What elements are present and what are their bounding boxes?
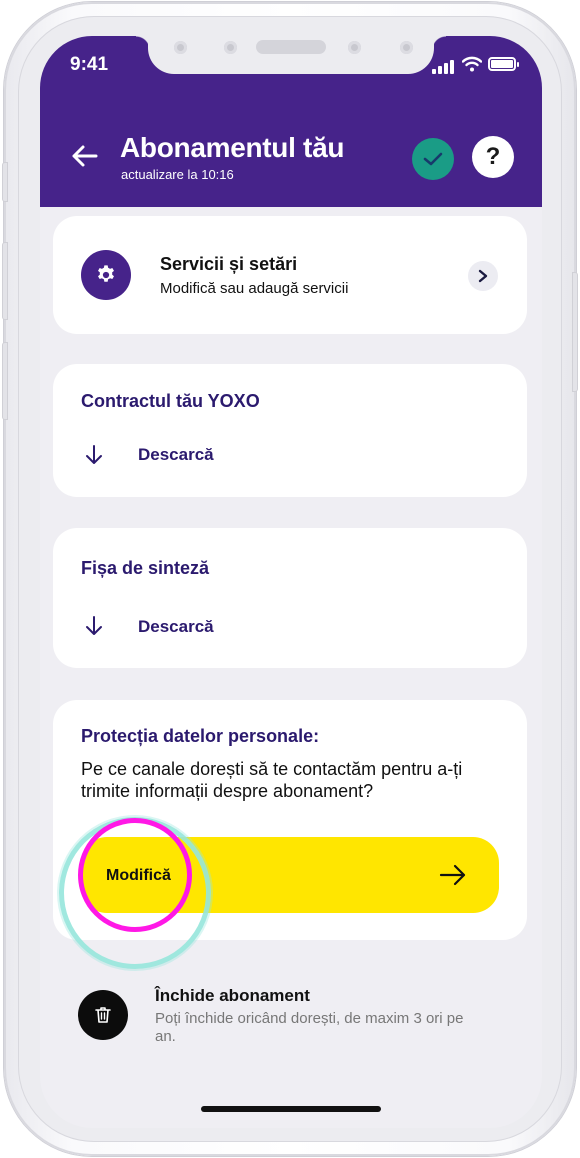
- privacy-description: Pe ce canale dorești să te contactăm pen…: [81, 759, 463, 801]
- sensor-dot: [224, 41, 237, 54]
- status-icons: [432, 56, 522, 74]
- summary-download-label: Descarcă: [138, 617, 214, 636]
- summary-title: Fișa de sinteză: [81, 558, 210, 578]
- home-indicator[interactable]: [201, 1106, 381, 1112]
- check-icon: [423, 152, 443, 166]
- chevron-right-icon: [478, 269, 488, 283]
- wifi-icon: [462, 56, 482, 72]
- back-arrow-icon[interactable]: [70, 144, 98, 168]
- services-subtitle: Modifică sau adaugă servicii: [160, 280, 349, 297]
- gear-icon: [98, 265, 114, 282]
- volume-down-button: [2, 342, 8, 420]
- last-update-text: actualizare la 10:16: [121, 167, 234, 182]
- volume-up-button: [2, 242, 8, 320]
- help-button[interactable]: ?: [472, 136, 514, 178]
- gear-icon-badge: [81, 250, 131, 300]
- camera-dot: [348, 41, 361, 54]
- mute-switch: [2, 162, 8, 202]
- contract-title: Contractul tău YOXO: [81, 391, 260, 411]
- contract-card: Contractul tău YOXO Descarcă: [53, 364, 527, 497]
- confirm-button[interactable]: [412, 138, 454, 180]
- device-notch: [148, 36, 434, 74]
- arrow-right-icon: [439, 864, 466, 886]
- services-settings-card[interactable]: Servicii și setări Modifică sau adaugă s…: [53, 216, 527, 334]
- trash-icon-badge: [78, 990, 128, 1040]
- services-title: Servicii și setări: [160, 254, 298, 274]
- download-arrow-icon: [86, 616, 102, 635]
- sensor-dot: [400, 41, 413, 54]
- app-screen: 9:41 Abonamentul tău actualizare la 10:1…: [40, 36, 542, 1128]
- privacy-title: Protecția datelor personale:: [81, 726, 320, 746]
- question-mark-icon: ?: [485, 143, 501, 170]
- battery-icon: [488, 57, 519, 71]
- status-time: 9:41: [70, 54, 109, 75]
- trash-icon: [95, 1007, 111, 1023]
- summary-sheet-card: Fișa de sinteză Descarcă: [53, 528, 527, 668]
- contract-download-label: Descarcă: [138, 445, 214, 464]
- page-title: Abonamentul tău: [120, 132, 345, 163]
- close-subscription-subtitle: Poți închide oricând dorești, de maxim 3…: [155, 1010, 464, 1045]
- tap-highlight-inner-ring: [78, 818, 192, 932]
- app-header: 9:41 Abonamentul tău actualizare la 10:1…: [40, 36, 542, 207]
- sensor-dot: [174, 41, 187, 54]
- close-subscription-title: Închide abonament: [155, 986, 310, 1005]
- power-button: [572, 272, 578, 392]
- earpiece-speaker: [256, 40, 326, 54]
- services-open-button[interactable]: [468, 261, 498, 291]
- download-arrow-icon: [86, 445, 102, 464]
